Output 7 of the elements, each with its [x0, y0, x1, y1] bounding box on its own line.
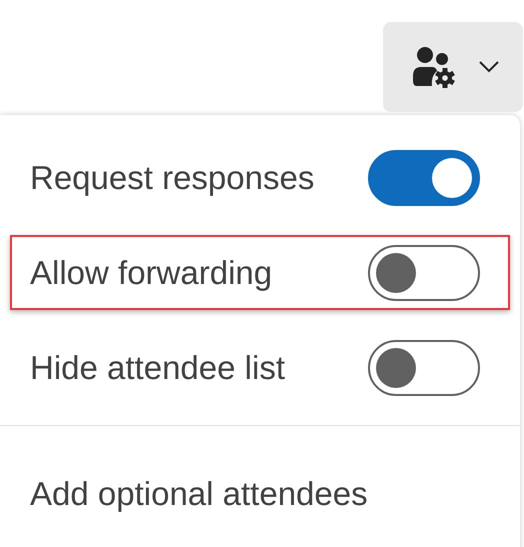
option-label: Request responses — [30, 158, 314, 196]
option-label: Hide attendee list — [30, 348, 285, 386]
people-gear-icon — [411, 46, 457, 88]
chevron-down-icon — [479, 61, 499, 73]
option-label: Allow forwarding — [30, 254, 272, 292]
attendee-options-button[interactable] — [383, 22, 523, 112]
menu-item[interactable]: Add optional attendees — [30, 474, 368, 512]
